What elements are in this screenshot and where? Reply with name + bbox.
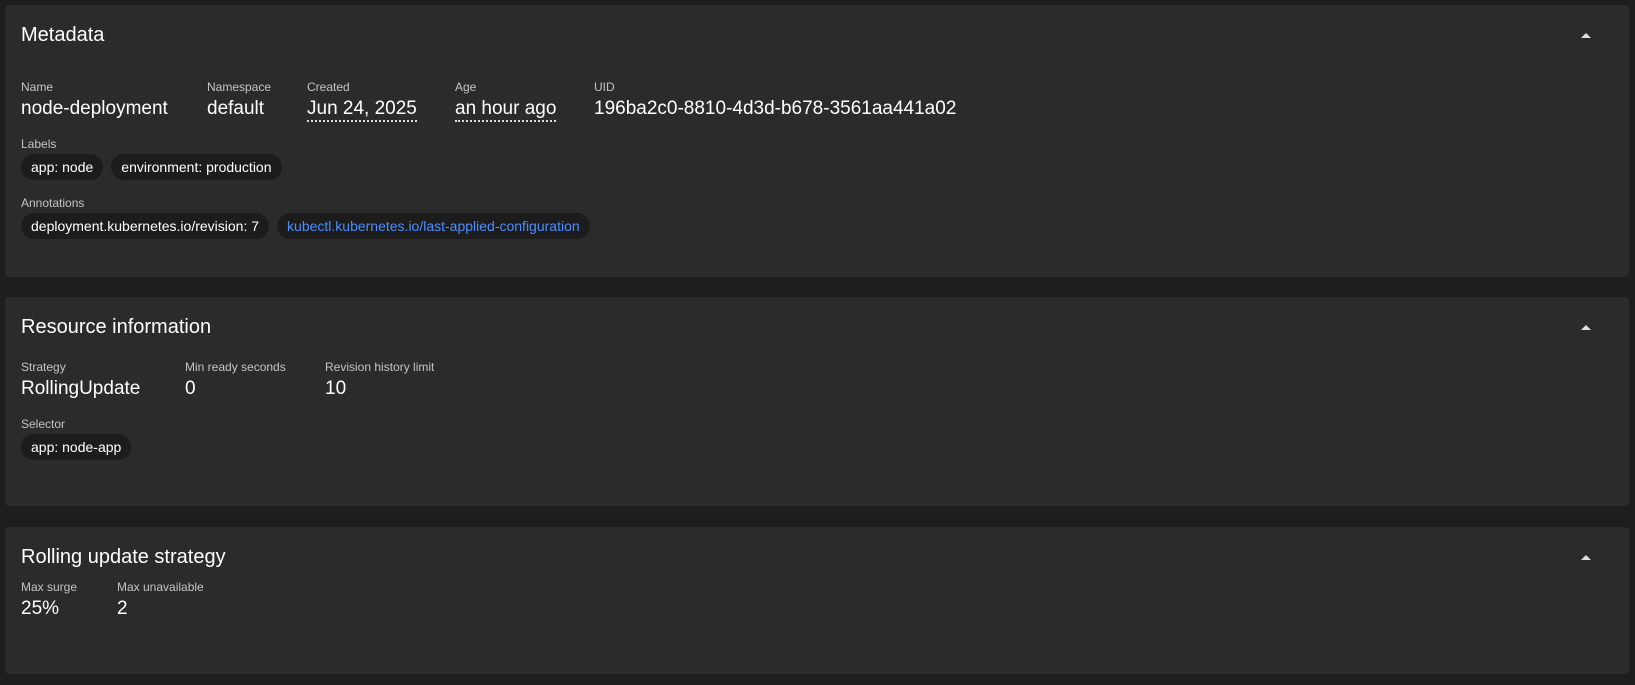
labels-section: Labels app: node environment: production xyxy=(21,136,282,180)
label-chip: app: node xyxy=(21,154,104,180)
chevron-up-icon xyxy=(1581,325,1591,330)
labels-label: Labels xyxy=(21,137,57,151)
field-max-surge: Max surge 25% xyxy=(21,579,117,622)
metadata-title: Metadata xyxy=(21,24,105,46)
selector-section: Selector app: node-app xyxy=(21,416,132,460)
field-value: 2 xyxy=(117,598,128,619)
field-label: Revision history limit xyxy=(325,360,435,374)
field-revision-history-limit: Revision history limit 10 xyxy=(325,359,434,402)
resource-information-collapse-button[interactable] xyxy=(1573,314,1599,340)
field-label: Strategy xyxy=(21,360,66,374)
selector-chip: app: node-app xyxy=(21,434,132,460)
field-value-wrapper: Jun 24, 2025 xyxy=(307,96,455,122)
field-name: Name node-deployment xyxy=(21,79,207,122)
rolling-update-strategy-card: Rolling update strategy Max surge 25% Ma… xyxy=(5,527,1629,674)
resource-information-card: Resource information Strategy RollingUpd… xyxy=(5,297,1629,506)
field-created: Created Jun 24, 2025 xyxy=(307,79,455,122)
field-min-ready-seconds: Min ready seconds 0 xyxy=(185,359,325,402)
selector-label: Selector xyxy=(21,417,66,431)
field-age: Age an hour ago xyxy=(455,79,594,122)
rolling-update-fields: Max surge 25% Max unavailable 2 xyxy=(21,579,204,622)
metadata-fields: Name node-deployment Namespace default C… xyxy=(21,79,956,122)
field-value: 10 xyxy=(325,378,347,399)
labels-chips: app: node environment: production xyxy=(21,154,282,180)
annotation-chip: deployment.kubernetes.io/revision: 7 xyxy=(21,213,270,239)
field-label: Age xyxy=(455,80,477,94)
field-strategy: Strategy RollingUpdate xyxy=(21,359,185,402)
resource-fields: Strategy RollingUpdate Min ready seconds… xyxy=(21,359,434,402)
resource-information-title: Resource information xyxy=(21,316,212,338)
metadata-card: Metadata Name node-deployment Namespace … xyxy=(5,5,1629,277)
field-value: RollingUpdate xyxy=(21,378,141,399)
field-namespace: Namespace default xyxy=(207,79,307,122)
annotations-chips: deployment.kubernetes.io/revision: 7 kub… xyxy=(21,213,590,239)
annotations-section: Annotations deployment.kubernetes.io/rev… xyxy=(21,195,590,239)
field-value: 25% xyxy=(21,598,60,619)
chevron-up-icon xyxy=(1581,33,1591,38)
rolling-update-collapse-button[interactable] xyxy=(1573,544,1599,570)
field-label: Name xyxy=(21,80,54,94)
metadata-collapse-button[interactable] xyxy=(1573,22,1599,48)
field-value: default xyxy=(207,98,265,119)
field-value: 0 xyxy=(185,378,196,399)
chevron-up-icon xyxy=(1581,555,1591,560)
field-label: Namespace xyxy=(207,80,272,94)
field-label: Min ready seconds xyxy=(185,360,286,374)
field-label: Created xyxy=(307,80,350,94)
age-value[interactable]: an hour ago xyxy=(455,98,557,122)
label-chip: environment: production xyxy=(111,154,282,180)
page: Metadata Name node-deployment Namespace … xyxy=(0,0,1635,685)
field-uid: UID 196ba2c0-8810-4d3d-b678-3561aa441a02 xyxy=(594,79,956,122)
created-date[interactable]: Jun 24, 2025 xyxy=(307,98,417,122)
field-value: node-deployment xyxy=(21,98,168,119)
selector-chips: app: node-app xyxy=(21,434,132,460)
field-max-unavailable: Max unavailable 2 xyxy=(117,579,204,622)
field-label: Max surge xyxy=(21,580,78,594)
annotations-label: Annotations xyxy=(21,196,85,210)
field-value-wrapper: an hour ago xyxy=(455,96,594,122)
rolling-update-strategy-title: Rolling update strategy xyxy=(21,546,226,568)
field-value: 196ba2c0-8810-4d3d-b678-3561aa441a02 xyxy=(594,98,957,119)
field-label: Max unavailable xyxy=(117,580,204,594)
last-applied-configuration-link[interactable]: kubectl.kubernetes.io/last-applied-confi… xyxy=(277,213,590,239)
field-label: UID xyxy=(594,80,615,94)
